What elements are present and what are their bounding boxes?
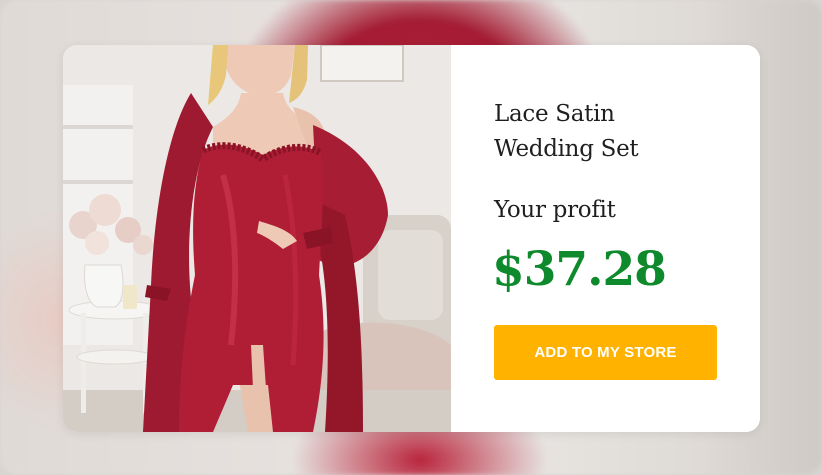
product-info-panel: Lace Satin Wedding Set Your profit $37.2… [451, 45, 760, 432]
add-to-store-button[interactable]: ADD TO MY STORE [494, 325, 717, 380]
product-card: Lace Satin Wedding Set Your profit $37.2… [63, 45, 760, 432]
profit-amount: $37.28 [492, 242, 667, 297]
profit-label: Your profit [494, 197, 616, 223]
product-photo-illustration [63, 45, 451, 432]
product-photo [63, 45, 451, 432]
product-title-line-2: Wedding Set [494, 136, 639, 162]
product-title: Lace Satin Wedding Set [494, 97, 734, 167]
product-title-line-1: Lace Satin [494, 101, 615, 127]
